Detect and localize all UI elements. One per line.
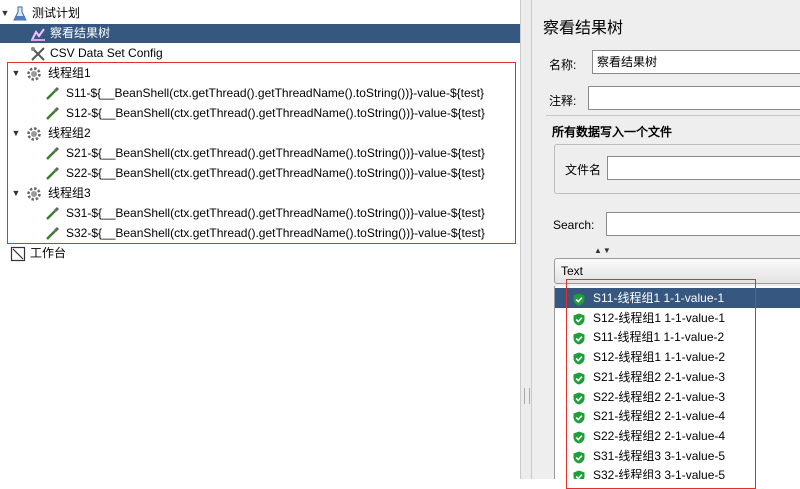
divider-grip[interactable]: [524, 388, 530, 404]
write-to-file-section: 所有数据写入一个文件 文件名: [546, 115, 800, 198]
workbench-icon: [10, 246, 26, 268]
split-pane-divider[interactable]: [520, 0, 532, 479]
comment-input[interactable]: [588, 86, 800, 110]
collapse-arrow-icon[interactable]: ▼: [0, 6, 10, 21]
highlight-box: [7, 62, 516, 244]
workbench-label: 工作台: [30, 246, 67, 260]
name-input[interactable]: 察看结果树: [592, 50, 800, 74]
filename-group: 文件名: [554, 144, 800, 194]
view-results-tree-label: 察看结果树: [50, 26, 111, 40]
tree-node-view-results-tree[interactable]: 察看结果树: [0, 24, 520, 43]
splitter-arrows-icon[interactable]: ▲▼: [594, 246, 612, 255]
panel-title: 察看结果树: [543, 20, 624, 37]
tree-node-test-plan[interactable]: ▼ 测试计划: [0, 4, 520, 23]
tree-node-workbench[interactable]: 工作台: [0, 244, 520, 263]
name-label: 名称:: [549, 58, 577, 72]
file-section-title: 所有数据写入一个文件: [552, 125, 673, 139]
test-plan-label: 测试计划: [32, 6, 81, 20]
comment-label: 注释:: [549, 94, 577, 108]
tree-node-csv-config[interactable]: CSV Data Set Config: [0, 44, 520, 63]
filename-input[interactable]: [607, 156, 800, 180]
test-plan-tree: ▼ 测试计划 察看结果树 CSV Data Set Config ▼ 线程组1 …: [0, 0, 520, 479]
search-input[interactable]: [606, 212, 800, 236]
highlight-box: [566, 279, 756, 489]
csv-config-label: CSV Data Set Config: [50, 46, 163, 60]
filename-label: 文件名: [565, 163, 602, 177]
search-label: Search:: [553, 218, 595, 232]
